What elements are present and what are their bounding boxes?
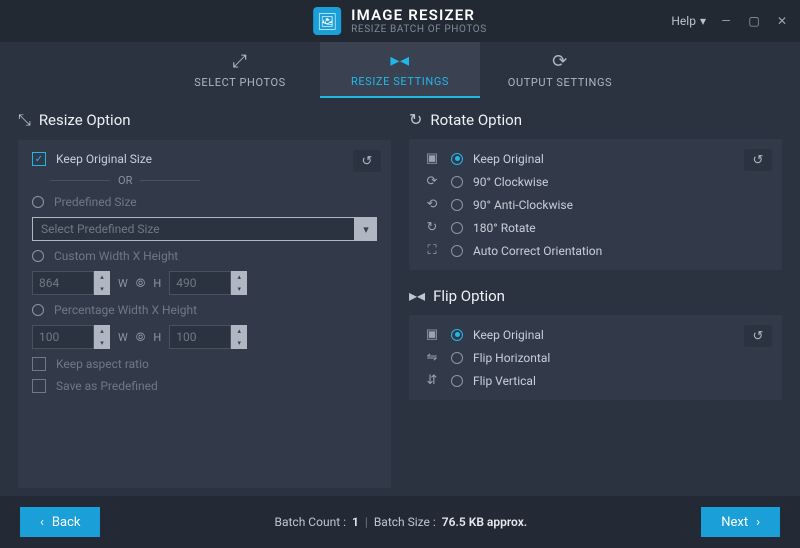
flip-vertical-radio[interactable]: ⇵Flip Vertical: [423, 373, 768, 388]
resize-icon: ▸◂: [390, 50, 409, 71]
minimize-button[interactable]: —: [718, 13, 734, 29]
save-as-predefined-checkbox[interactable]: Save as Predefined: [32, 379, 377, 393]
rotate-reset-button[interactable]: ↺: [744, 149, 772, 171]
tab-label: OUTPUT SETTINGS: [508, 76, 612, 89]
flip-v-icon: ⇵: [423, 373, 441, 388]
tab-label: SELECT PHOTOS: [194, 76, 286, 89]
tab-select-photos[interactable]: ⤢ SELECT PHOTOS: [160, 42, 320, 98]
custom-height-input[interactable]: ▴▾: [169, 271, 247, 295]
spin-up-icon: ▴: [94, 271, 110, 283]
percent-width-input[interactable]: ▴▾: [32, 325, 110, 349]
app-brand: 🖼 IMAGE RESIZER RESIZE BATCH OF PHOTOS: [313, 7, 487, 35]
flip-horizontal-radio[interactable]: ⇋Flip Horizontal: [423, 350, 768, 365]
radio-off-icon: [451, 245, 463, 257]
predefined-size-select[interactable]: Select Predefined Size ▾: [32, 217, 377, 241]
chevron-left-icon: ‹: [40, 515, 44, 530]
custom-wh-radio[interactable]: Custom Width X Height: [32, 249, 377, 263]
tab-label: RESIZE SETTINGS: [351, 75, 449, 88]
rotate-auto-radio[interactable]: ⛶Auto Correct Orientation: [423, 243, 768, 258]
radio-off-icon: [451, 222, 463, 234]
next-button[interactable]: Next ›: [701, 507, 780, 537]
flip-keep-radio[interactable]: ▣Keep Original: [423, 327, 768, 342]
original-icon: ▣: [423, 327, 441, 342]
auto-orient-icon: ⛶: [423, 243, 441, 258]
chevron-down-icon: ▾: [355, 217, 377, 241]
radio-off-icon: [32, 196, 44, 208]
tab-resize-settings[interactable]: ▸◂ RESIZE SETTINGS: [320, 42, 480, 98]
radio-on-icon: [451, 329, 463, 341]
close-button[interactable]: ✕: [774, 13, 790, 29]
original-icon: ▣: [423, 151, 441, 166]
percentage-wh-radio[interactable]: Percentage Width X Height: [32, 303, 377, 317]
radio-on-icon: [451, 153, 463, 165]
rotate-keep-radio[interactable]: ▣Keep Original: [423, 151, 768, 166]
rotate-180-radio[interactable]: ↻180° Rotate: [423, 220, 768, 235]
flip-icon: ▸◂: [409, 286, 425, 305]
resize-panel: ↺ ✓ Keep Original Size OR Predefined Siz…: [18, 140, 391, 488]
help-label: Help: [671, 14, 696, 28]
help-menu[interactable]: Help ▾: [671, 14, 706, 28]
predefined-size-radio[interactable]: Predefined Size: [32, 195, 377, 209]
rotate-cw-icon: ⟳: [423, 174, 441, 189]
rotate-panel: ↺ ▣Keep Original ⟳90° Clockwise ⟲90° Ant…: [409, 139, 782, 270]
radio-off-icon: [451, 375, 463, 387]
rotate-90cw-radio[interactable]: ⟳90° Clockwise: [423, 174, 768, 189]
app-title: IMAGE RESIZER: [351, 7, 487, 24]
radio-off-icon: [32, 304, 44, 316]
percent-height-input[interactable]: ▴▾: [169, 325, 247, 349]
rotate-icon: ↻: [409, 110, 422, 129]
rotate-180-icon: ↻: [423, 220, 441, 235]
radio-off-icon: [451, 352, 463, 364]
expand-arrows-icon: ⤢: [233, 51, 248, 72]
maximize-button[interactable]: ▢: [746, 13, 762, 29]
checkbox-empty-icon: [32, 379, 46, 393]
flip-h-icon: ⇋: [423, 350, 441, 365]
rotate-ccw-icon: ⟲: [423, 197, 441, 212]
batch-status: Batch Count : 1 | Batch Size : 76.5 KB a…: [275, 515, 528, 529]
keep-original-size-checkbox[interactable]: ✓ Keep Original Size: [32, 152, 377, 166]
chevron-down-icon: ▾: [700, 14, 706, 28]
app-subtitle: RESIZE BATCH OF PHOTOS: [351, 24, 487, 35]
step-tabs: ⤢ SELECT PHOTOS ▸◂ RESIZE SETTINGS ⟳ OUT…: [0, 42, 800, 98]
resize-reset-button[interactable]: ↺: [353, 150, 381, 172]
radio-off-icon: [451, 199, 463, 211]
resize-option-header: ⤡ Resize Option: [18, 110, 391, 130]
flip-panel: ↺ ▣Keep Original ⇋Flip Horizontal ⇵Flip …: [409, 315, 782, 400]
title-bar: 🖼 IMAGE RESIZER RESIZE BATCH OF PHOTOS H…: [0, 0, 800, 42]
tab-output-settings[interactable]: ⟳ OUTPUT SETTINGS: [480, 42, 640, 98]
back-button[interactable]: ‹ Back: [20, 507, 100, 537]
resize-diag-icon: ⤡: [18, 110, 31, 130]
predefined-size-value: Select Predefined Size: [32, 217, 355, 241]
or-divider: OR: [50, 174, 377, 187]
link-icon[interactable]: ⦾: [136, 276, 146, 291]
flip-option-header: ▸◂ Flip Option: [409, 286, 782, 305]
footer-bar: ‹ Back Batch Count : 1 | Batch Size : 76…: [0, 496, 800, 548]
chevron-right-icon: ›: [756, 515, 760, 530]
checkbox-empty-icon: [32, 357, 46, 371]
radio-off-icon: [32, 250, 44, 262]
rotate-90ccw-radio[interactable]: ⟲90° Anti-Clockwise: [423, 197, 768, 212]
rotate-option-header: ↻ Rotate Option: [409, 110, 782, 129]
radio-off-icon: [451, 176, 463, 188]
checkbox-checked-icon: ✓: [32, 152, 46, 166]
spin-down-icon: ▾: [94, 283, 110, 295]
app-logo-icon: 🖼: [313, 7, 341, 35]
keep-aspect-checkbox[interactable]: Keep aspect ratio: [32, 357, 377, 371]
link-icon[interactable]: ⦾: [136, 330, 146, 345]
gear-icon: ⟳: [552, 51, 568, 72]
custom-width-input[interactable]: ▴▾: [32, 271, 110, 295]
flip-reset-button[interactable]: ↺: [744, 325, 772, 347]
